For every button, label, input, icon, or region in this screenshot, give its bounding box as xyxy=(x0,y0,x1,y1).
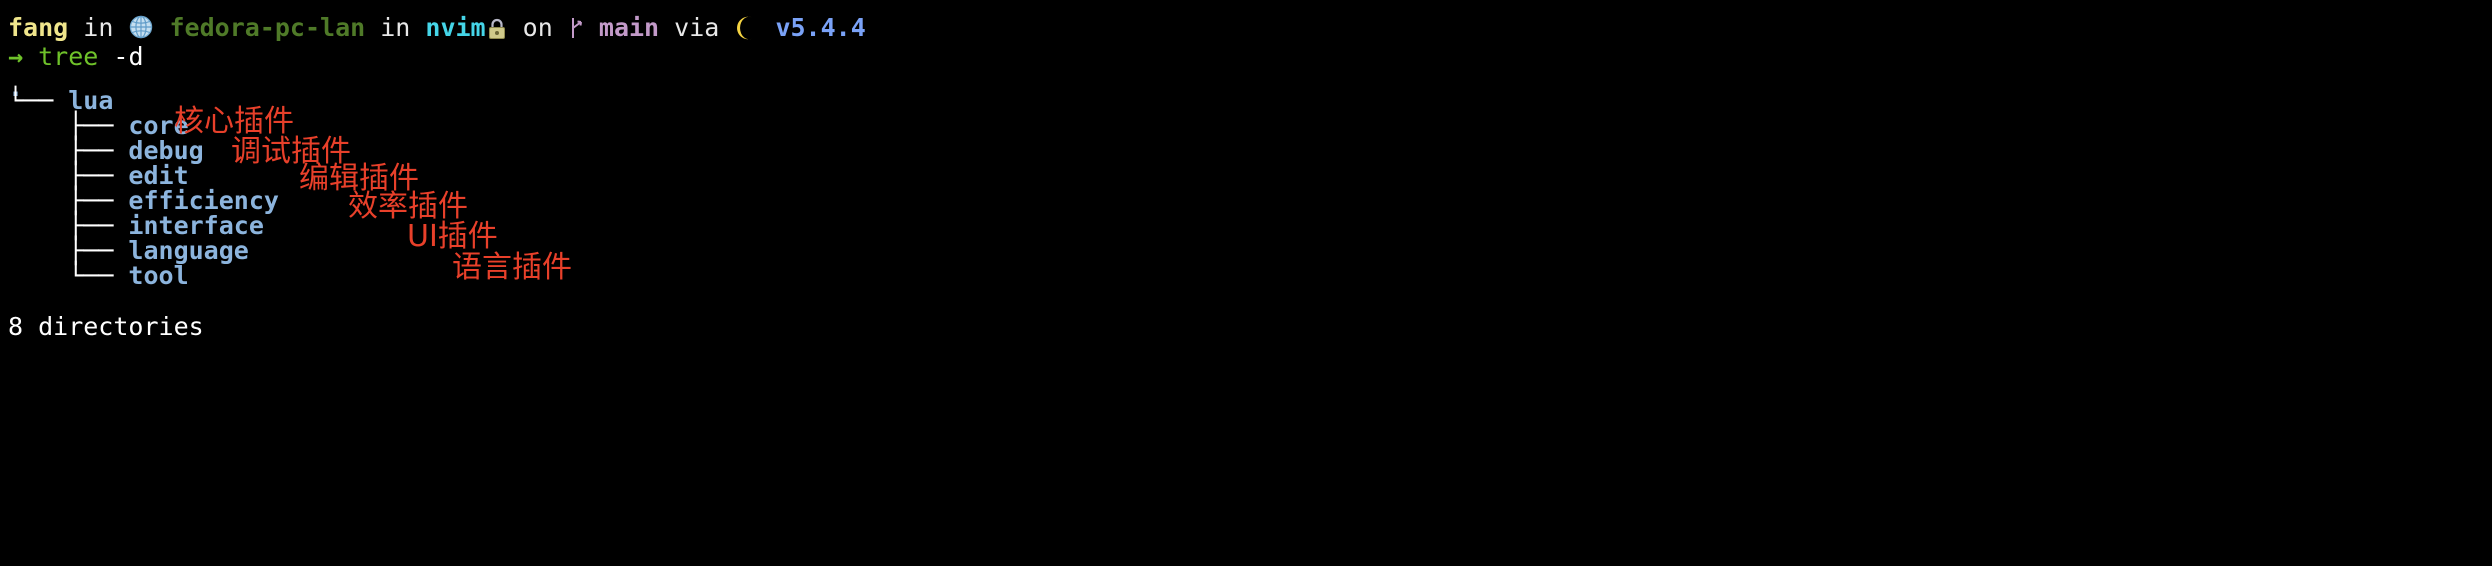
tree-item-tool: tool xyxy=(128,261,189,290)
tree-row: ├── language xyxy=(8,238,249,263)
command-space-2 xyxy=(98,42,113,71)
tree-row: ├── core xyxy=(8,113,188,138)
prompt-on: on xyxy=(507,13,568,42)
prompt-space-2 xyxy=(584,13,599,42)
prompt-line: fang in fedora-pc-lan in nvim on main vi… xyxy=(8,14,866,41)
command-space-1 xyxy=(23,42,38,71)
lock-icon xyxy=(486,17,508,41)
git-branch-icon xyxy=(568,16,584,40)
tree-root-row: └── lua xyxy=(8,88,113,113)
prompt-directory: nvim xyxy=(425,13,486,42)
tree-connector: └── xyxy=(8,261,129,290)
prompt-version: v5.4.4 xyxy=(775,13,866,42)
tree-row: ├── interface xyxy=(8,213,264,238)
annotation-core: 核心插件 xyxy=(174,104,294,139)
tree-row: └── tool xyxy=(8,261,189,290)
annotation-language: 语言插件 xyxy=(452,250,572,285)
globe-icon xyxy=(128,14,154,40)
prompt-host: fedora-pc-lan xyxy=(169,13,366,42)
prompt-arrow-icon: → xyxy=(8,42,24,71)
command-line[interactable]: → tree -d xyxy=(8,44,144,69)
prompt-user: fang xyxy=(8,13,69,42)
prompt-space-1 xyxy=(154,13,169,42)
tree-row: ├── edit xyxy=(8,163,188,188)
tree-summary: 8 directories xyxy=(8,312,204,341)
command-args: -d xyxy=(113,42,144,71)
terminal-window[interactable]: fang in fedora-pc-lan in nvim on main vi… xyxy=(0,0,2492,566)
prompt-via: via xyxy=(659,13,735,42)
moon-icon xyxy=(734,15,760,41)
prompt-branch: main xyxy=(598,13,660,42)
command-name: tree xyxy=(38,42,99,71)
prompt-space-3 xyxy=(760,13,775,42)
annotation-efficiency: 效率插件 xyxy=(348,189,468,224)
tree-row: ├── debug xyxy=(8,138,203,163)
annotation-interface: UI插件 xyxy=(407,219,498,254)
prompt-in-1: in xyxy=(68,13,129,42)
tree-row: ├── efficiency xyxy=(8,188,279,213)
prompt-in-2: in xyxy=(365,13,426,42)
